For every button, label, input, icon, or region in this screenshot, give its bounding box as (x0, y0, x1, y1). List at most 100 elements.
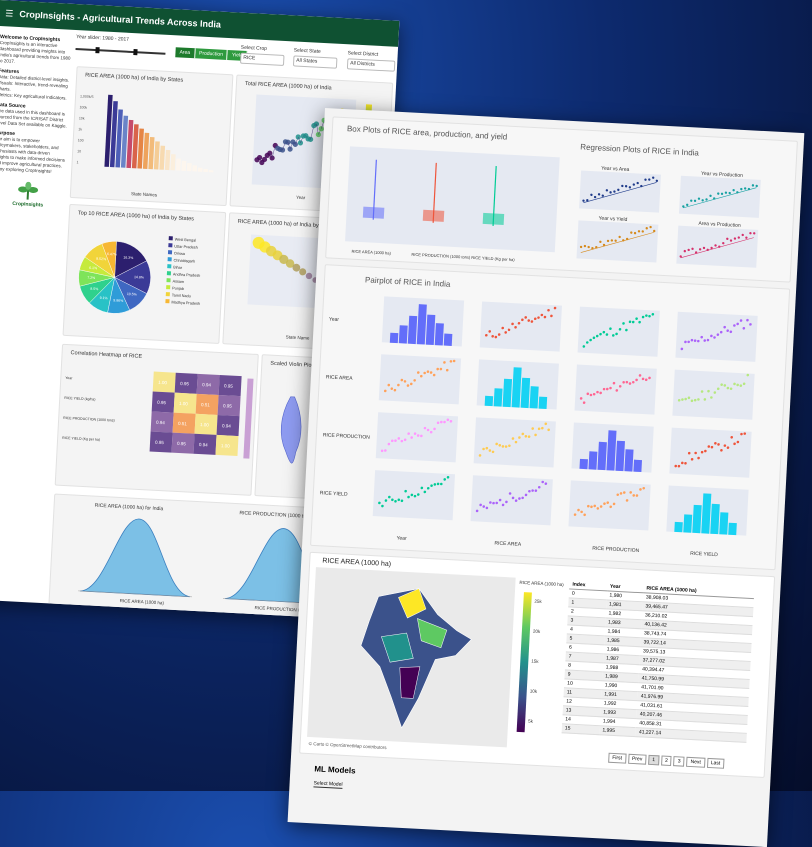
district-select-value[interactable]: All Districts (347, 58, 396, 71)
pairplot-cell (578, 307, 660, 357)
colorbar-tick: 25k (534, 599, 542, 604)
colorbar (517, 592, 532, 732)
pager-button[interactable]: First (608, 753, 626, 764)
heatmap-value: 0.94 (199, 442, 209, 447)
bar (170, 154, 175, 170)
tab-area[interactable]: Area (175, 47, 195, 58)
bar (148, 137, 154, 169)
histogram-bar (683, 514, 692, 532)
district-select[interactable]: Select District All Districts (347, 50, 396, 71)
histogram-bar (719, 512, 728, 534)
slider-handle-start[interactable] (95, 47, 99, 53)
pairplot-card: Pairplot of RICE in India YearRICE AREAR… (310, 264, 790, 570)
pager-button[interactable]: Last (707, 758, 725, 769)
colorbar-tick: 10k (530, 689, 538, 694)
legend-swatch (166, 285, 170, 289)
histogram-bar (728, 523, 737, 535)
legend-label: Tamil Nadu (172, 293, 191, 298)
box-and-regression-plots: RICE AREA (1000 ha)RICE PRODUCTION (1000… (326, 117, 797, 281)
pager-button[interactable]: 1 (648, 755, 659, 766)
x-axis-label: State Names (131, 191, 158, 197)
logo: CropInsights (12, 181, 43, 209)
bar (203, 169, 208, 172)
y-tick: 100k (79, 105, 87, 109)
pairplot-row-label: Year (329, 316, 340, 323)
tab-production[interactable]: Production (195, 48, 228, 60)
bar (209, 170, 214, 172)
bar (176, 158, 181, 170)
histogram-bar (485, 396, 494, 406)
x-axis-label: State Name (286, 334, 310, 340)
heatmap-value: 0.95 (180, 381, 190, 386)
bar (154, 141, 160, 169)
y-tick: 100 (78, 138, 84, 142)
histogram-bar (530, 386, 539, 408)
pairplot-cell (575, 365, 657, 415)
crop-select-value[interactable]: RICE (240, 53, 285, 66)
pairplot: YearRICE AREARICE PRODUCTIONRICE YIELDYe… (311, 265, 789, 569)
pager-button[interactable]: 2 (661, 755, 672, 766)
pairplot-col-label: RICE AREA (494, 540, 522, 547)
heatmap-card: Correlation Heatmap of RICE 1.000.950.94… (55, 344, 259, 496)
pairplot-cell (675, 312, 757, 362)
table-cell: 15 (562, 724, 600, 735)
heatmap-value: 0.95 (224, 383, 234, 388)
legend-label: Uttar Pradesh (174, 244, 198, 249)
legend-label: Assam (172, 279, 184, 284)
legend-swatch (168, 257, 172, 261)
heatmap-value: 0.95 (157, 400, 167, 405)
regression-panel (679, 176, 761, 218)
plot-area (345, 146, 560, 252)
select-model-label[interactable]: Select Model (313, 780, 342, 789)
pie-label: 6.1% (89, 266, 97, 270)
source-text: The data used in this dashboard is sourc… (0, 108, 68, 130)
logo-text: CropInsights (12, 201, 42, 209)
bar (165, 150, 171, 170)
histogram-bar (426, 315, 436, 345)
pie-label: 7.2% (87, 276, 95, 280)
histogram-bar (633, 460, 642, 472)
x-axis-label: Year (296, 195, 306, 200)
pairplot-cell (480, 301, 562, 351)
pager-button[interactable]: 3 (674, 756, 685, 767)
heatmap-row-label: RICE PRODUCTION (1000 tons) (63, 416, 115, 423)
colorbar-tick: 20k (533, 629, 541, 634)
metric-toggle: Area Production Yield (175, 47, 248, 61)
legend-label: Chhattisgarh (174, 258, 196, 263)
legend-swatch (167, 264, 171, 268)
pager-button[interactable]: Prev (628, 754, 647, 765)
app-title: CropInsights - Agricultural Trends Acros… (19, 9, 221, 30)
histogram-bar (710, 504, 720, 534)
pager-button[interactable]: Next (686, 757, 705, 768)
box (423, 210, 443, 221)
legend-label: Andhra Pradesh (173, 272, 201, 277)
bar (159, 146, 165, 170)
box-label: RICE AREA (1000 ha) (351, 249, 391, 256)
district-select-label: Select District (348, 50, 396, 59)
pairplot-col-label: RICE PRODUCTION (592, 546, 640, 554)
histogram-bar (494, 388, 503, 406)
regression-panel (576, 220, 658, 262)
menu-icon[interactable]: ☰ (5, 8, 14, 19)
sidebar: Welcome to CropInsights CropInsights is … (0, 30, 72, 210)
colorbar-tick: 15k (531, 659, 539, 664)
legend-label: Bihar (173, 265, 183, 269)
year-slider[interactable] (75, 48, 165, 55)
slider-handle-end[interactable] (133, 49, 137, 55)
state-select[interactable]: Select State All States (293, 47, 338, 68)
legend-label: Punjab (172, 286, 184, 291)
histogram-bar (399, 325, 408, 343)
choropleth-map[interactable]: 25k20k15k10k5kRICE AREA (1000 ha)© Carto… (300, 553, 570, 766)
pairplot-col-label: RICE YIELD (690, 551, 718, 558)
histogram-bar (390, 333, 399, 343)
bar-chart: 1,000k/5100k10k1k100101State Names (71, 67, 233, 205)
heatmap-row-label: RICE YIELD (Kg per ha) (62, 436, 100, 442)
pagination: FirstPrev123NextLast (608, 753, 724, 769)
pie-chart: 16.3%14.8%10.5%9.86%9.1%8.5%7.2%6.1%9.52… (64, 205, 226, 343)
state-select-value[interactable]: All States (293, 55, 338, 68)
bar (198, 168, 203, 172)
legend-label: Madhya Pradesh (171, 300, 200, 305)
crop-select[interactable]: Select Crop RICE (240, 45, 285, 66)
pie-label: 6.47% (107, 252, 117, 257)
density-curve (80, 516, 194, 597)
